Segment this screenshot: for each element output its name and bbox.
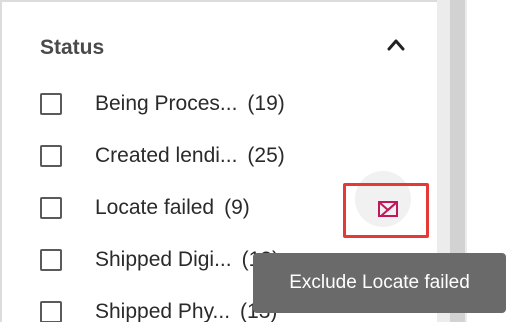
filter-item-label: Being Proces... <box>95 92 238 115</box>
checkbox[interactable] <box>40 301 62 322</box>
filter-item-label: Created lendi... <box>95 144 238 167</box>
filter-item-count: (19) <box>247 92 285 115</box>
filter-item-created-lending[interactable]: Created lendi... (25) <box>40 138 420 174</box>
checkbox[interactable] <box>40 249 62 271</box>
exclude-mail-icon[interactable] <box>377 198 399 220</box>
checkbox[interactable] <box>40 93 62 115</box>
filter-item-label: Shipped Digi... <box>95 248 232 271</box>
tooltip: Exclude Locate failed <box>253 253 506 313</box>
chevron-up-icon[interactable] <box>386 36 406 52</box>
filter-item-count: (9) <box>224 196 250 219</box>
checkbox[interactable] <box>40 197 62 219</box>
filter-item-label: Shipped Phy... <box>95 300 231 322</box>
filter-item-being-processed[interactable]: Being Proces... (19) <box>40 86 420 122</box>
filter-item-count: (25) <box>247 144 285 167</box>
filter-title: Status <box>40 36 105 59</box>
filter-item-label: Locate failed <box>95 196 215 219</box>
checkbox[interactable] <box>40 145 62 167</box>
tooltip-text: Exclude Locate failed <box>289 272 470 293</box>
